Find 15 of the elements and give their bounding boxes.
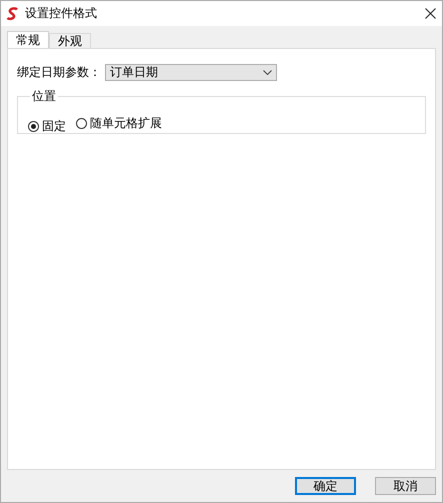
dialog-button[interactable]: 取消 — [375, 477, 436, 495]
window-title: 设置控件格式 — [25, 5, 98, 22]
field-label: 绑定日期参数： — [17, 64, 101, 81]
dialog-button[interactable]: 确定 — [295, 477, 356, 495]
chevron-down-icon — [263, 70, 272, 75]
date-dropdown[interactable]: 订单日期 — [105, 64, 277, 81]
radio-option[interactable]: 随单元格扩展 — [76, 115, 162, 132]
tab[interactable]: 外观 — [49, 33, 91, 48]
radio-option[interactable]: 固定 — [28, 118, 66, 135]
radio-button[interactable] — [76, 118, 87, 129]
radio-button[interactable] — [28, 121, 39, 132]
tab[interactable]: 常规 — [7, 31, 49, 48]
close-icon[interactable] — [425, 8, 436, 19]
logo-icon — [6, 6, 19, 20]
group-title: 位置 — [31, 88, 57, 105]
